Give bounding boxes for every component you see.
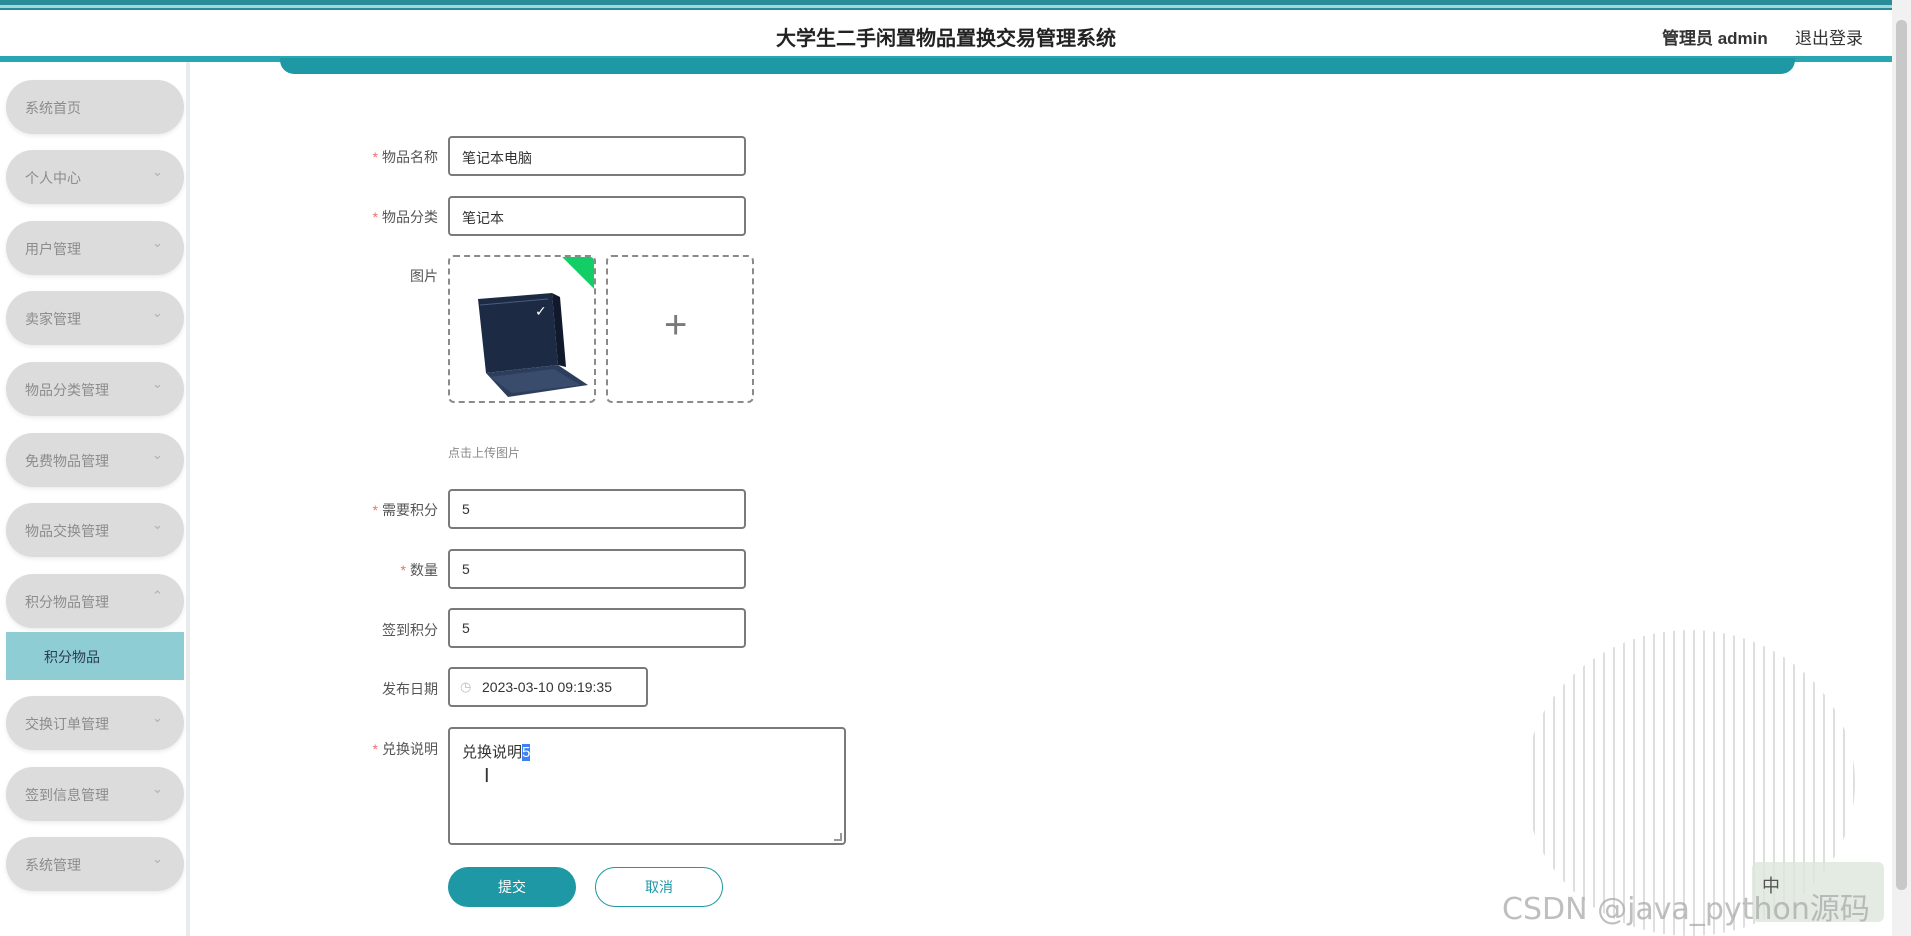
sidebar-item-label: 卖家管理	[25, 311, 81, 327]
date-value: 2023-03-10 09:19:35	[482, 679, 612, 695]
upload-image-button[interactable]: +	[606, 255, 754, 403]
sidebar-item-label: 物品交换管理	[25, 523, 109, 539]
sidebar-item-label: 系统管理	[25, 857, 81, 873]
uploaded-image-card[interactable]: ✓	[448, 255, 596, 403]
chevron-down-icon: ⌄	[152, 781, 163, 796]
sidebar: 系统首页 个人中心 ⌄ 用户管理 ⌄ 卖家管理 ⌄ 物品分类管理 ⌄ 免费物品管…	[0, 62, 190, 936]
publish-date-picker[interactable]: ◷ 2023-03-10 09:19:35	[448, 667, 648, 707]
plus-icon: +	[664, 303, 688, 347]
sidebar-item-label: 交换订单管理	[25, 716, 109, 732]
sidebar-item-category-management[interactable]: 物品分类管理 ⌄	[6, 362, 184, 416]
chevron-down-icon: ⌄	[152, 164, 163, 179]
date-label: 发布日期	[382, 681, 438, 697]
page-title: 大学生二手闲置物品置换交易管理系统	[776, 28, 1116, 50]
quantity-input[interactable]: 5	[448, 549, 746, 589]
sidebar-item-exchange-items[interactable]: 物品交换管理 ⌄	[6, 503, 184, 557]
upload-hint: 点击上传图片	[448, 446, 521, 460]
sidebar-item-signin-info[interactable]: 签到信息管理 ⌄	[6, 767, 184, 821]
watermark: CSDN @java_python源码	[1502, 892, 1870, 927]
sidebar-item-label: 系统首页	[25, 100, 81, 116]
chevron-down-icon: ⌄	[152, 235, 163, 250]
sidebar-item-label: 用户管理	[25, 241, 81, 257]
sidebar-item-home[interactable]: 系统首页	[6, 80, 184, 134]
image-label: 图片	[410, 268, 438, 284]
points-input[interactable]: 5	[448, 489, 746, 529]
signin-points-label: 签到积分	[382, 622, 438, 638]
clock-icon: ◷	[460, 679, 472, 694]
sidebar-item-label: 积分物品管理	[25, 594, 109, 610]
description-textarea[interactable]: 兑换说明5	[448, 727, 846, 845]
scrollbar-thumb[interactable]	[1896, 20, 1907, 890]
cancel-button[interactable]: 取消	[595, 867, 723, 907]
chevron-down-icon: ⌄	[152, 710, 163, 725]
sidebar-item-personal-center[interactable]: 个人中心 ⌄	[6, 150, 184, 204]
sidebar-item-label: 个人中心	[25, 170, 81, 186]
chevron-up-icon: ⌃	[152, 588, 163, 603]
header: 大学生二手闲置物品置换交易管理系统 管理员 admin 退出登录	[0, 10, 1892, 60]
quantity-label: * 数量	[400, 562, 438, 578]
chevron-down-icon: ⌄	[152, 305, 163, 320]
text-cursor-icon: I	[484, 765, 490, 787]
sidebar-item-free-items[interactable]: 免费物品管理 ⌄	[6, 433, 184, 487]
sidebar-item-label: 免费物品管理	[25, 453, 109, 469]
top-accent-stripe	[0, 0, 1911, 10]
submit-button[interactable]: 提交	[448, 867, 576, 907]
sidebar-item-points-items[interactable]: 积分物品管理 ⌃	[6, 574, 184, 628]
admin-user-label: 管理员 admin	[1662, 29, 1768, 48]
sidebar-item-exchange-orders[interactable]: 交换订单管理 ⌄	[6, 696, 184, 750]
laptop-image	[478, 293, 588, 397]
name-label: * 物品名称	[372, 149, 438, 165]
item-category-input[interactable]: 笔记本	[448, 196, 746, 236]
sidebar-item-seller-management[interactable]: 卖家管理 ⌄	[6, 291, 184, 345]
sidebar-item-system-management[interactable]: 系统管理 ⌄	[6, 837, 184, 891]
item-name-input[interactable]: 笔记本电脑	[448, 136, 746, 176]
category-label: * 物品分类	[372, 209, 438, 225]
logout-link[interactable]: 退出登录	[1795, 24, 1863, 49]
header-tab-decoration	[280, 58, 1795, 74]
chevron-down-icon: ⌄	[152, 517, 163, 532]
sidebar-item-label: 签到信息管理	[25, 787, 109, 803]
sidebar-subitem-points-goods[interactable]: 积分物品	[6, 632, 184, 680]
description-text: 兑换说明	[462, 744, 523, 761]
sidebar-subitem-label: 积分物品	[44, 649, 100, 665]
resize-handle[interactable]	[834, 833, 842, 841]
check-icon: ✓	[535, 303, 547, 319]
text-selection: 5	[522, 744, 531, 761]
chevron-down-icon: ⌄	[152, 376, 163, 391]
chevron-down-icon: ⌄	[152, 447, 163, 462]
description-label: * 兑换说明	[372, 741, 438, 757]
sidebar-item-user-management[interactable]: 用户管理 ⌄	[6, 221, 184, 275]
signin-points-input[interactable]: 5	[448, 608, 746, 648]
points-label: * 需要积分	[372, 502, 438, 518]
chevron-down-icon: ⌄	[152, 851, 163, 866]
sidebar-item-label: 物品分类管理	[25, 382, 109, 398]
